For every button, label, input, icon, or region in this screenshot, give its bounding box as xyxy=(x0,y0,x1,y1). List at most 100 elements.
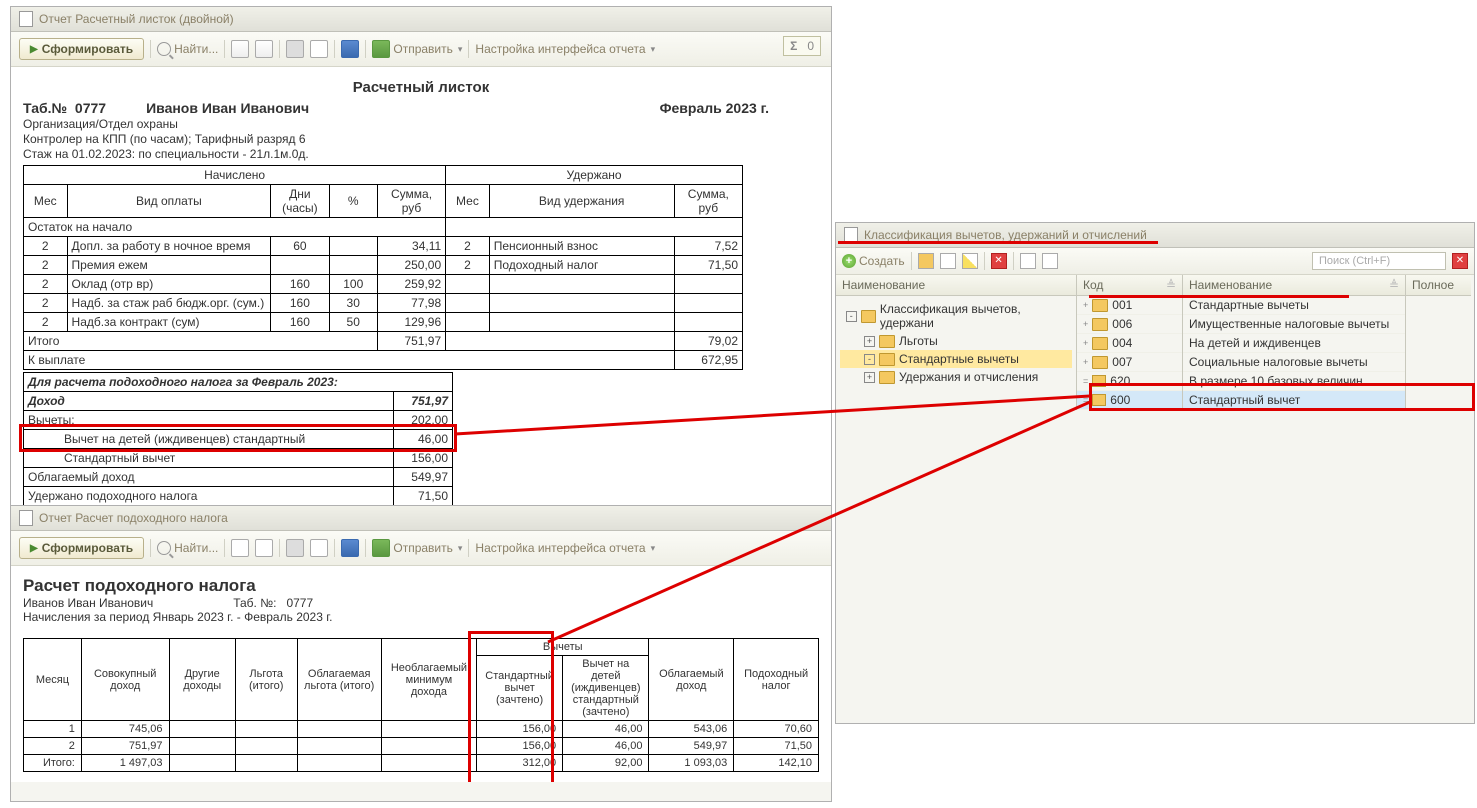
tree-header: Наименование xyxy=(836,275,1076,296)
period: Февраль 2023 г. xyxy=(660,100,769,116)
clear-search-icon[interactable]: ✕ xyxy=(1452,253,1468,269)
search-icon xyxy=(157,541,171,555)
code-cell[interactable]: +001 xyxy=(1077,296,1182,315)
hierarchy-icon[interactable] xyxy=(1020,253,1036,269)
code-cell[interactable]: =620 xyxy=(1077,372,1182,391)
report-content: Расчетный листок Таб.№ 0777 Иванов Иван … xyxy=(11,67,831,517)
full-header: Полное xyxy=(1406,275,1471,296)
tree-item-label: Стандартные вычеты xyxy=(899,352,1019,366)
config-button[interactable]: Настройка интерфейса отчета▾ xyxy=(475,42,655,56)
preview-icon[interactable] xyxy=(310,40,328,58)
form-button[interactable]: ▶ Сформировать xyxy=(19,537,144,559)
folder-add-icon[interactable] xyxy=(918,253,934,269)
move-icon[interactable] xyxy=(1042,253,1058,269)
create-button[interactable]: +Создать xyxy=(842,254,905,268)
mail-icon xyxy=(372,539,390,557)
window-deduction-classifier: Классификация вычетов, удержаний и отчис… xyxy=(835,222,1475,724)
search-input[interactable]: Поиск (Ctrl+F) xyxy=(1312,252,1446,270)
save-icon[interactable] xyxy=(341,539,359,557)
tax-calc-table: Для расчета подоходного налога за Феврал… xyxy=(23,372,453,506)
preview-icon[interactable] xyxy=(310,539,328,557)
seniority: Стаж на 01.02.2023: по специальности - 2… xyxy=(23,147,819,161)
title-bar[interactable]: Отчет Расчет подоходного налога xyxy=(11,506,831,531)
print-icon[interactable] xyxy=(286,40,304,58)
find-label: Найти... xyxy=(174,541,218,555)
folder-icon xyxy=(879,371,895,384)
send-label: Отправить xyxy=(393,541,453,555)
name-cell[interactable]: Имущественные налоговые вычеты xyxy=(1183,315,1405,334)
name-cell[interactable]: Стандартные вычеты xyxy=(1183,296,1405,315)
folder-icon xyxy=(879,335,895,348)
tax-detail-row: 1745,06156,0046,00543,0670,60 xyxy=(24,721,819,738)
tree-item[interactable]: - Стандартные вычеты xyxy=(840,350,1072,368)
tax-summary-row: Удержано подоходного налога71,50 xyxy=(24,487,453,506)
name-cell[interactable]: Социальные налоговые вычеты xyxy=(1183,353,1405,372)
name-cell[interactable]: Стандартный вычет xyxy=(1183,391,1405,410)
tree-item[interactable]: + Льготы xyxy=(840,332,1072,350)
tree-item[interactable]: + Удержания и отчисления xyxy=(840,368,1072,386)
play-icon: ▶ xyxy=(30,44,38,55)
expand-icon[interactable]: - xyxy=(864,354,875,365)
folder-icon xyxy=(879,353,895,366)
report-title: Расчетный листок xyxy=(23,79,819,96)
toolbar: ▶ Сформировать Найти... Отправить▾ Настро… xyxy=(11,531,831,566)
title-bar[interactable]: Классификация вычетов, удержаний и отчис… xyxy=(836,223,1474,248)
employee-name: Иванов Иван Иванович xyxy=(23,596,153,610)
code-cell[interactable]: +006 xyxy=(1077,315,1182,334)
name-cell[interactable]: В размере 10 базовых величин xyxy=(1183,372,1405,391)
report-content: Расчет подоходного налога Иванов Иван Ив… xyxy=(11,566,831,782)
report-title: Расчет подоходного налога xyxy=(23,576,819,596)
tree-item-label: Удержания и отчисления xyxy=(899,370,1038,384)
expand-icon[interactable]: + xyxy=(864,372,875,383)
payroll-row: 2Надб.за контракт (сум)16050129,96 xyxy=(24,313,743,332)
find-button[interactable]: Найти... xyxy=(157,541,218,555)
classifier-tree[interactable]: -Классификация вычетов, удержани + Льготы -… xyxy=(836,296,1076,390)
folder-icon xyxy=(1092,299,1108,312)
mail-icon xyxy=(372,40,390,58)
tree-expand-icon[interactable] xyxy=(255,539,273,557)
print-icon[interactable] xyxy=(286,539,304,557)
code-cell[interactable]: +004 xyxy=(1077,334,1182,353)
edit-icon[interactable] xyxy=(962,253,978,269)
folder-icon xyxy=(1092,318,1108,331)
expand-icon[interactable]: + xyxy=(864,336,875,347)
window-income-tax-calc: Отчет Расчет подоходного налога ▶ Сформир… xyxy=(10,505,832,802)
job-title: Контролер на КПП (по часам); Тарифный ра… xyxy=(23,132,819,146)
form-label: Сформировать xyxy=(42,541,133,555)
to-pay-label: К выплате xyxy=(24,351,675,370)
tree-collapse-icon[interactable] xyxy=(231,40,249,58)
config-label: Настройка интерфейса отчета xyxy=(475,42,645,56)
tax-detail-row: 2751,97156,0046,00549,9771,50 xyxy=(24,738,819,755)
copy-icon[interactable] xyxy=(940,253,956,269)
deductions-header: Удержано xyxy=(446,166,743,185)
save-icon[interactable] xyxy=(341,40,359,58)
window-title: Отчет Расчет подоходного налога xyxy=(39,511,228,525)
config-button[interactable]: Настройка интерфейса отчета▾ xyxy=(475,541,655,555)
tree-item-label: Льготы xyxy=(899,334,938,348)
form-button[interactable]: ▶Сформировать xyxy=(19,38,144,60)
expand-icon[interactable]: - xyxy=(846,311,857,322)
folder-icon xyxy=(1092,356,1108,369)
name-header: Наименование xyxy=(1189,278,1272,292)
payroll-row: 2Премия ежем250,002Подоходный налог71,50 xyxy=(24,256,743,275)
folder-icon xyxy=(1092,337,1108,350)
folder-icon xyxy=(861,310,876,323)
tree-item[interactable]: -Классификация вычетов, удержани xyxy=(840,300,1072,332)
tab-label: Таб.№ xyxy=(23,100,67,116)
chevron-down-icon: ▾ xyxy=(458,44,463,55)
tree-collapse-icon[interactable] xyxy=(231,539,249,557)
code-cell[interactable]: +007 xyxy=(1077,353,1182,372)
find-button[interactable]: Найти... xyxy=(157,42,218,56)
tax-summary-row: Вычеты:202,00 xyxy=(24,411,453,430)
tree-expand-icon[interactable] xyxy=(255,40,273,58)
employee-name: Иванов Иван Иванович xyxy=(146,100,309,116)
play-icon: ▶ xyxy=(30,543,38,554)
code-cell[interactable]: =600 xyxy=(1077,391,1182,410)
document-icon xyxy=(19,11,33,27)
send-button[interactable]: Отправить▾ xyxy=(372,539,462,557)
delete-icon[interactable]: ✕ xyxy=(991,253,1007,269)
opening-balance: Остаток на начало xyxy=(24,218,446,237)
send-button[interactable]: Отправить▾ xyxy=(372,40,462,58)
name-cell[interactable]: На детей и иждивенцев xyxy=(1183,334,1405,353)
title-bar[interactable]: Отчет Расчетный листок (двойной) xyxy=(11,7,831,32)
